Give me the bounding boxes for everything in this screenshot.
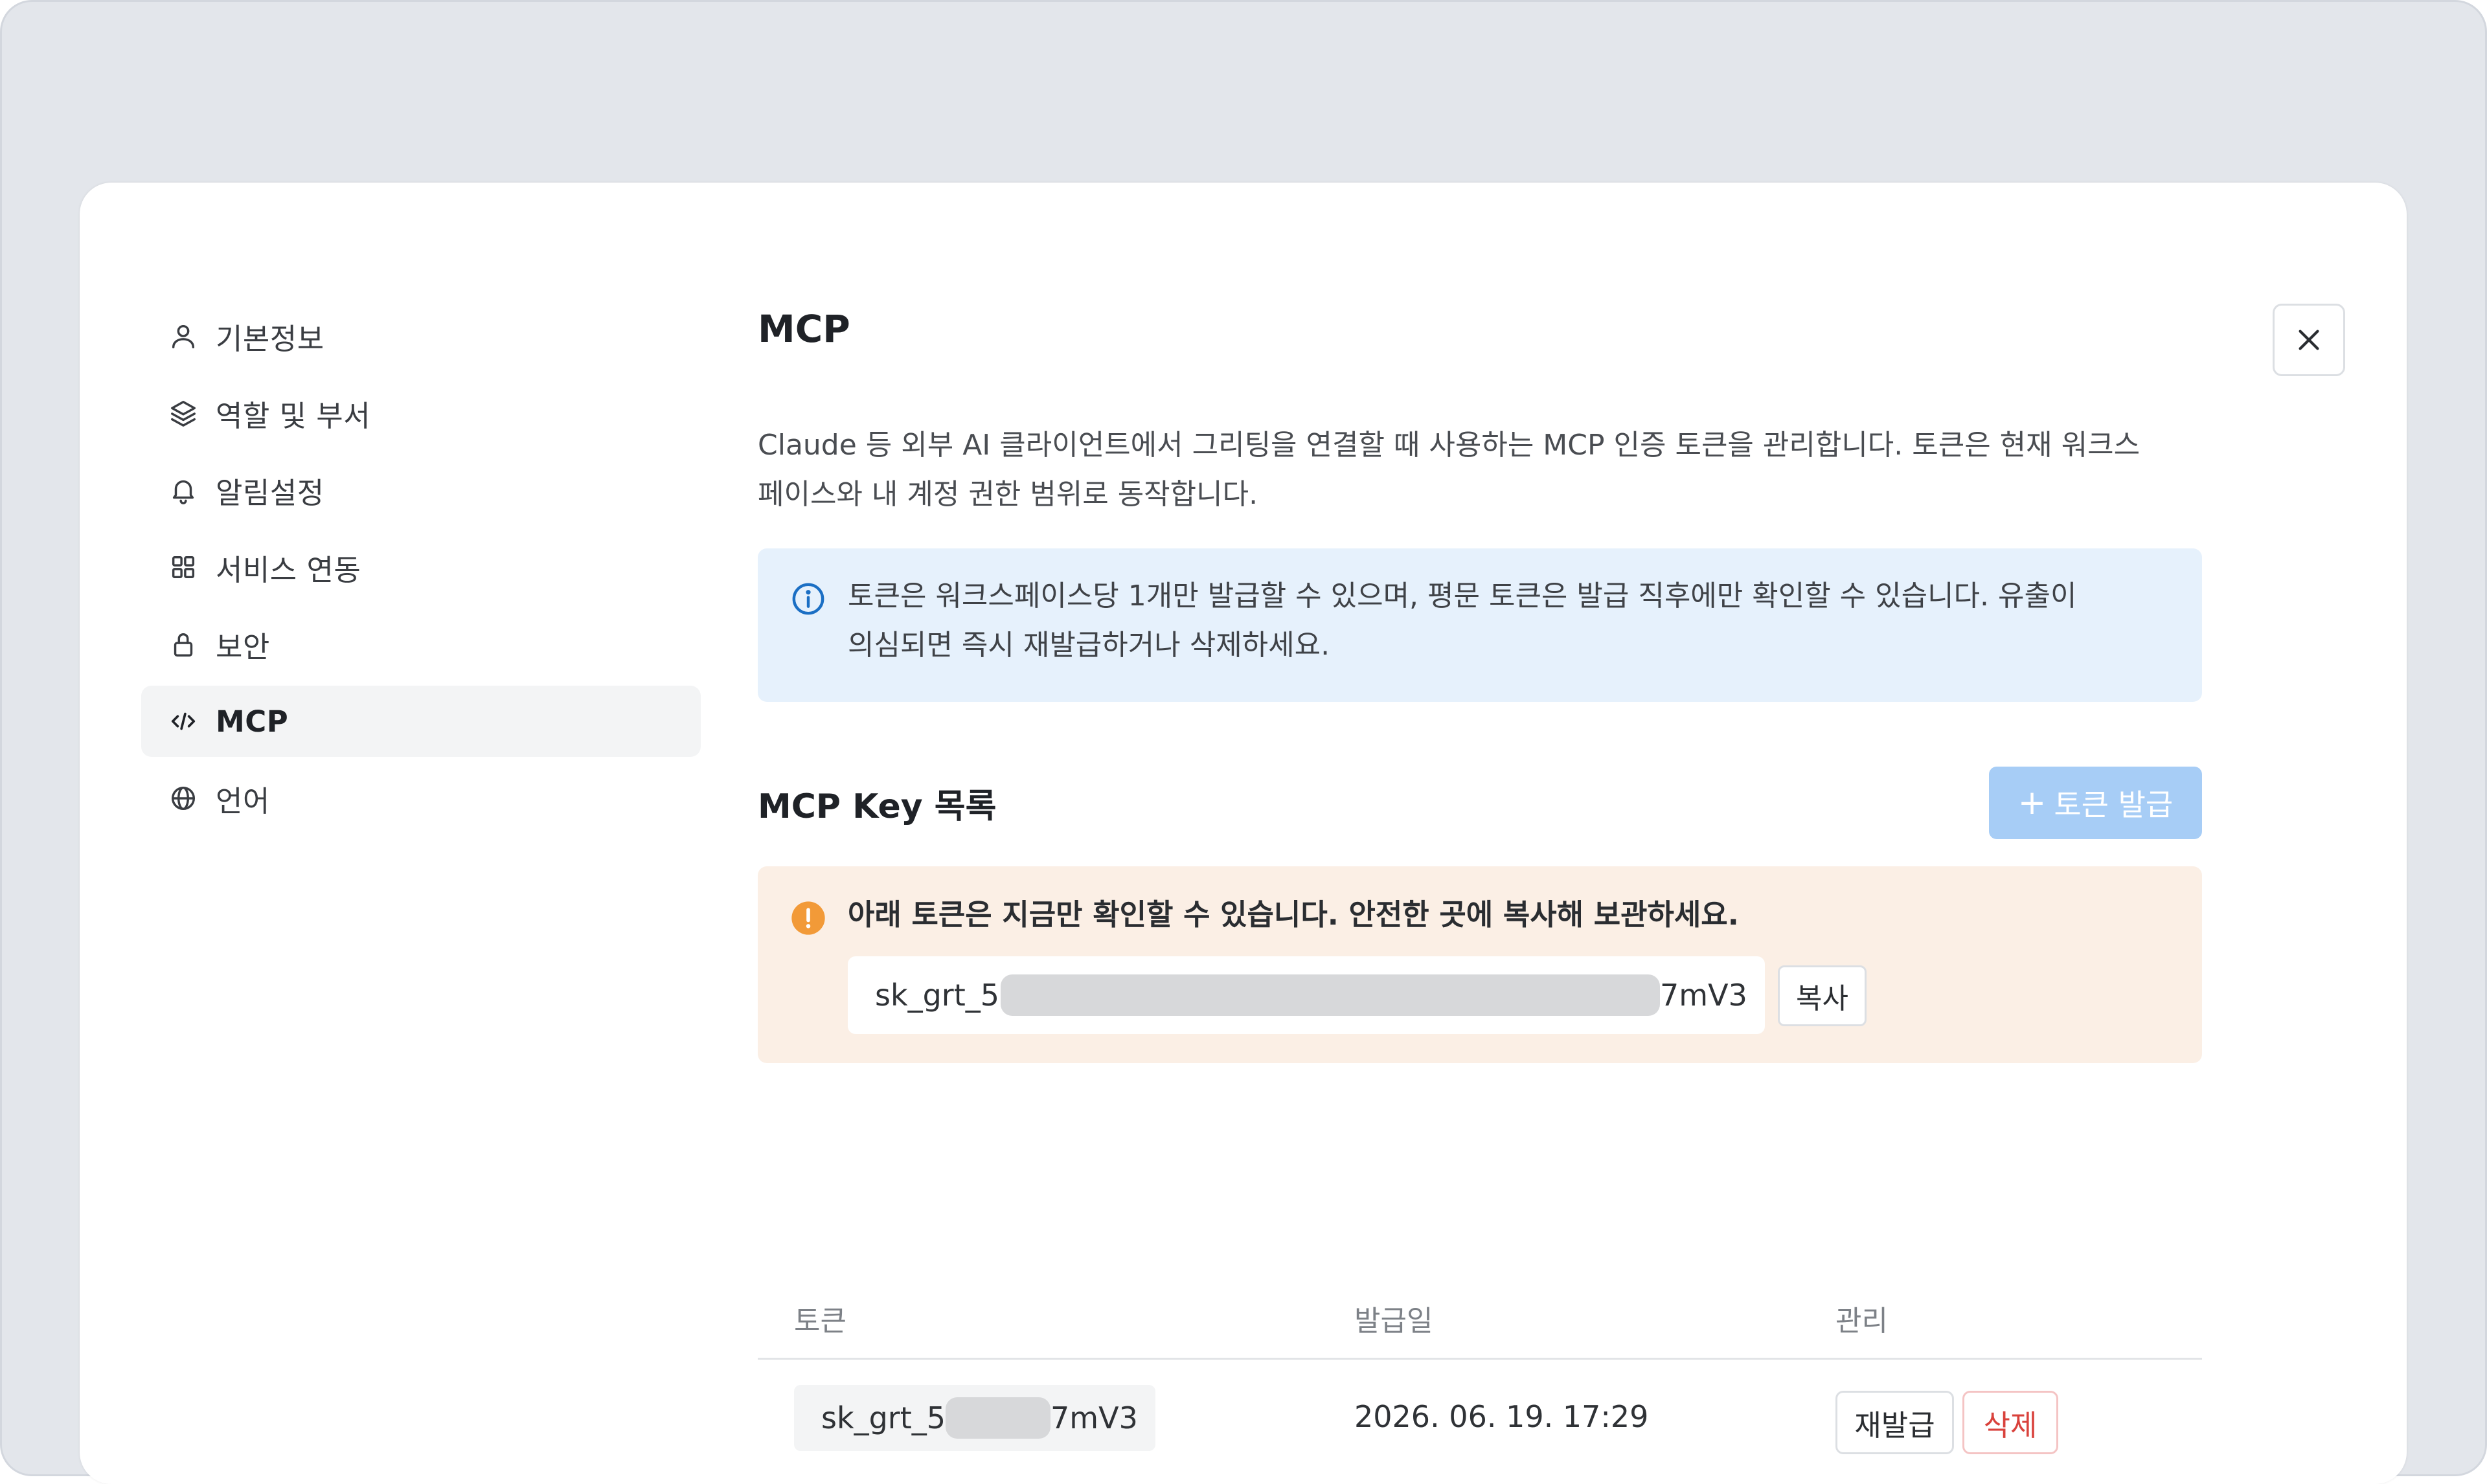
settings-sidebar: 기본정보 역할 및 부서 알림설정 서비스 연동 보안 MCP 언어 (141, 300, 701, 840)
sidebar-item-notifications[interactable]: 알림설정 (141, 455, 701, 526)
table-header: 토큰 발급일 관리 (758, 1270, 2202, 1360)
sidebar-item-label: 언어 (216, 783, 270, 818)
table-row: sk_grt_5 7mV3 2026. 06. 19. 17:29 재발급 삭제 (758, 1362, 2202, 1477)
warning-icon (791, 901, 825, 935)
globe-icon (168, 783, 198, 813)
issued-at-cell: 2026. 06. 19. 17:29 (1354, 1399, 1649, 1434)
column-header-issued-at: 발급일 (1354, 1305, 1433, 1338)
plus-icon: + (2017, 783, 2047, 822)
bell-icon (168, 475, 198, 505)
sidebar-item-basic-info[interactable]: 기본정보 (141, 300, 701, 372)
close-button[interactable] (2273, 304, 2345, 376)
sidebar-item-roles-departments[interactable]: 역할 및 부서 (141, 377, 701, 449)
reissue-button[interactable]: 재발급 (1835, 1391, 1954, 1454)
sidebar-item-label: MCP (216, 704, 289, 739)
layers-icon (168, 398, 198, 428)
column-header-actions: 관리 (1835, 1305, 1888, 1338)
sidebar-item-label: 기본정보 (216, 321, 324, 356)
info-line: 의심되면 즉시 재발급하거나 삭제하세요. (848, 629, 1330, 662)
sidebar-item-mcp[interactable]: MCP (141, 686, 701, 757)
sidebar-item-security[interactable]: 보안 (141, 609, 701, 680)
column-header-token: 토큰 (794, 1305, 846, 1338)
sidebar-item-label: 알림설정 (216, 475, 324, 510)
info-icon (792, 583, 824, 615)
page-description: Claude 등 외부 AI 클라이언트에서 그리팅을 연결할 때 사용하는 M… (758, 421, 2202, 519)
token-suffix: 7mV3 (1660, 978, 1747, 1013)
info-text: 토큰은 워크스페이스당 1개만 발급할 수 있으며, 평문 토큰은 발급 직후에… (848, 572, 2169, 670)
sidebar-item-integrations[interactable]: 서비스 연동 (141, 532, 701, 603)
info-callout: 토큰은 워크스페이스당 1개만 발급할 수 있으며, 평문 토큰은 발급 직후에… (758, 548, 2202, 702)
section-title: MCP Key 목록 (758, 787, 997, 826)
grid-icon (168, 552, 198, 582)
code-icon (168, 706, 198, 736)
settings-modal: 기본정보 역할 및 부서 알림설정 서비스 연동 보안 MCP 언어 MCP C… (80, 183, 2407, 1484)
token-prefix: sk_grt_5 (821, 1400, 946, 1435)
description-line: Claude 등 외부 AI 클라이언트에서 그리팅을 연결할 때 사용하는 M… (758, 429, 2141, 462)
info-line: 토큰은 워크스페이스당 1개만 발급할 수 있으며, 평문 토큰은 발급 직후에… (848, 579, 2077, 613)
issue-token-label: 토큰 발급 (2054, 787, 2174, 822)
warning-text: 아래 토큰은 지금만 확인할 수 있습니다. 안전한 곳에 복사해 보관하세요. (848, 897, 1739, 932)
description-line: 페이스와 내 계정 권한 범위로 동작합니다. (758, 478, 1258, 511)
copy-button[interactable]: 복사 (1778, 965, 1867, 1026)
issue-token-button[interactable]: + 토큰 발급 (1989, 767, 2202, 839)
sidebar-item-label: 역할 및 부서 (216, 398, 371, 433)
user-icon (168, 321, 198, 351)
page-title: MCP (758, 307, 850, 351)
token-prefix: sk_grt_5 (875, 978, 1000, 1013)
new-token-warning: 아래 토큰은 지금만 확인할 수 있습니다. 안전한 곳에 복사해 보관하세요.… (758, 866, 2202, 1063)
close-icon (2299, 330, 2319, 350)
delete-button[interactable]: 삭제 (1962, 1391, 2058, 1454)
token-masked-segment (1001, 974, 1661, 1016)
sidebar-item-language[interactable]: 언어 (141, 763, 701, 834)
token-cell: sk_grt_5 7mV3 (794, 1385, 1155, 1451)
token-suffix: 7mV3 (1050, 1400, 1138, 1435)
plain-token-field[interactable]: sk_grt_5 7mV3 (848, 956, 1765, 1034)
token-masked-segment (946, 1397, 1051, 1439)
lock-icon (168, 629, 198, 659)
sidebar-item-label: 보안 (216, 629, 270, 664)
sidebar-item-label: 서비스 연동 (216, 552, 361, 587)
